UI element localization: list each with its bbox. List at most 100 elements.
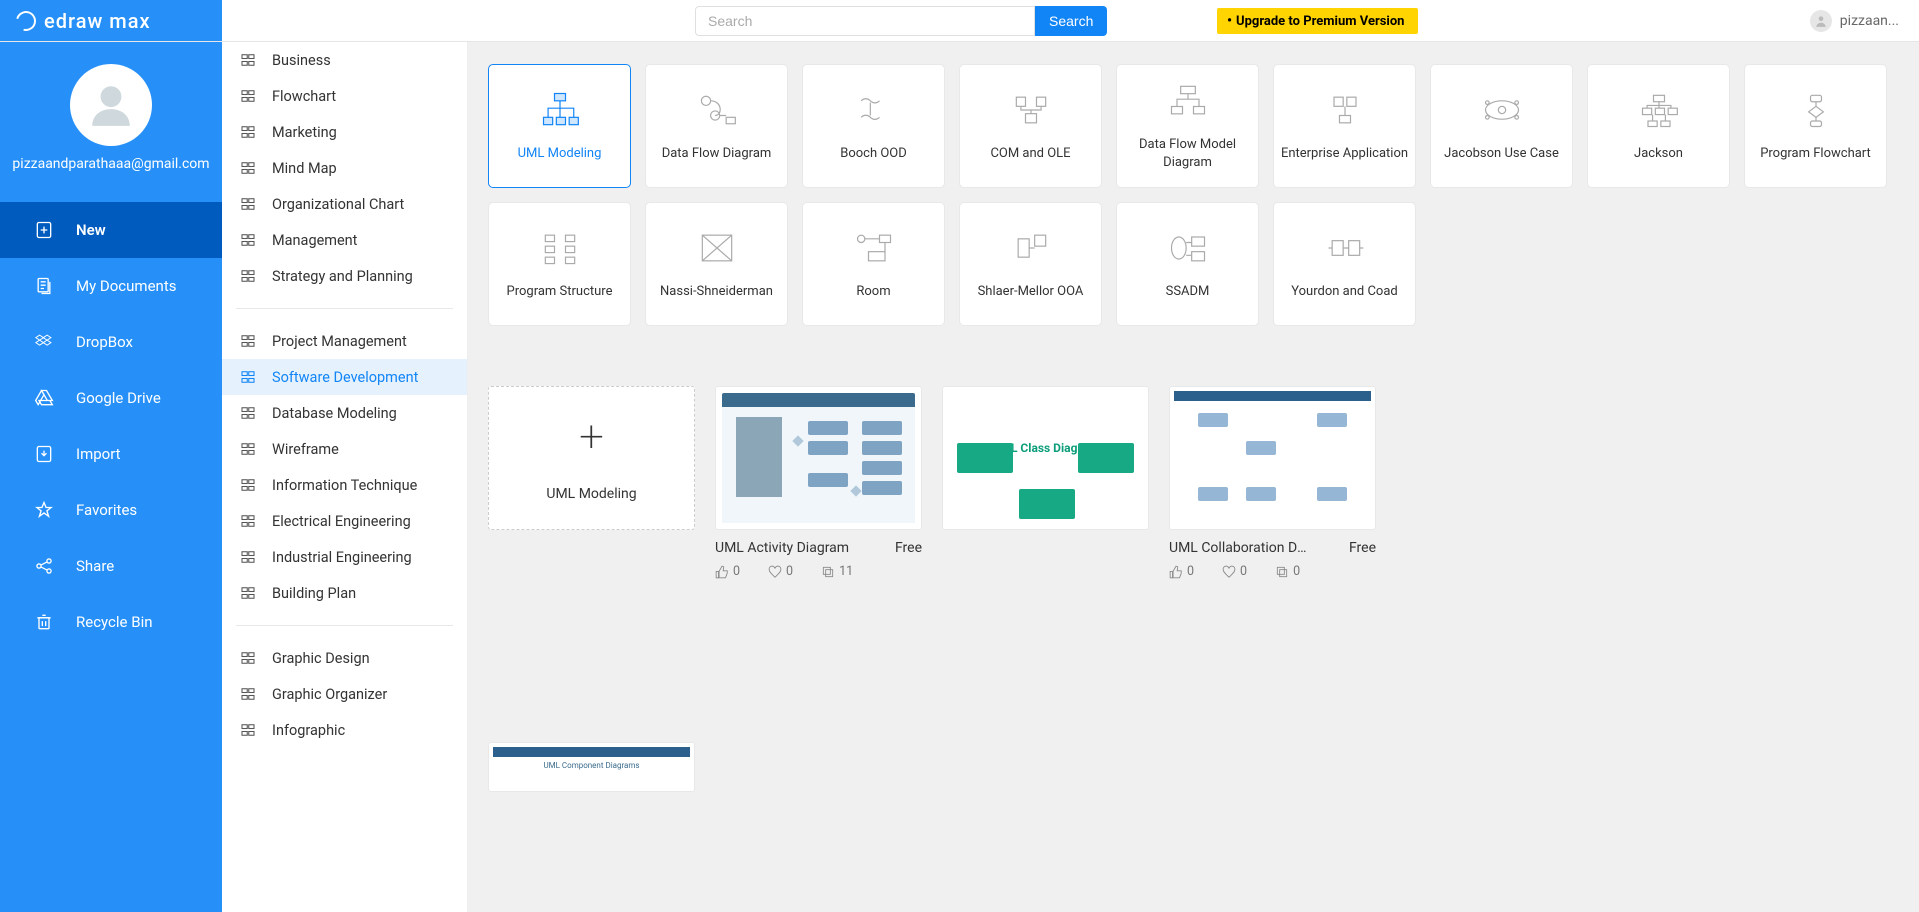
nav-new[interactable]: New — [0, 202, 222, 258]
category-icon — [238, 720, 258, 740]
favs-stat: 0 — [1222, 564, 1247, 579]
nav-label: DropBox — [76, 333, 133, 351]
category-label: Marketing — [272, 124, 337, 141]
tile-icon — [1321, 227, 1369, 269]
tile-jacobson-use-case[interactable]: Jacobson Use Case — [1430, 64, 1573, 188]
category-flowchart[interactable]: Flowchart — [222, 78, 467, 114]
tile-jackson[interactable]: Jackson — [1587, 64, 1730, 188]
tile-icon — [536, 227, 584, 269]
category-sidebar: Business Flowchart Marketing Mind Map Organi… — [222, 42, 468, 912]
template-card-0[interactable]: UML Activity DiagramFree 0 0 11 — [715, 386, 922, 579]
template-card-grid: +UML Modeling UML Activity DiagramFree 0… — [488, 386, 1919, 579]
template-new-card[interactable]: +UML Modeling — [488, 386, 695, 579]
tile-label: COM and OLE — [984, 145, 1076, 163]
category-label: Business — [272, 52, 331, 69]
nav-dropbox[interactable]: DropBox — [0, 314, 222, 370]
template-thumb[interactable]: UML Class Diagram — [942, 386, 1149, 530]
tile-ssadm[interactable]: SSADM — [1116, 202, 1259, 326]
template-thumb-icon — [1174, 391, 1371, 525]
category-project-management[interactable]: Project Management — [222, 323, 467, 359]
category-mind-map[interactable]: Mind Map — [222, 150, 467, 186]
category-label: Infographic — [272, 722, 345, 739]
recycle-icon — [34, 612, 54, 632]
thumbs-up-icon — [1169, 565, 1183, 579]
nav-label: Import — [76, 445, 121, 463]
category-information-technique[interactable]: Information Technique — [222, 467, 467, 503]
tile-room[interactable]: Room — [802, 202, 945, 326]
category-label: Organizational Chart — [272, 196, 404, 213]
category-management[interactable]: Management — [222, 222, 467, 258]
tile-label: Program Flowchart — [1754, 145, 1877, 163]
nav-my-documents[interactable]: My Documents — [0, 258, 222, 314]
category-icon — [238, 50, 258, 70]
tile-com-and-ole[interactable]: COM and OLE — [959, 64, 1102, 188]
template-card-1[interactable]: UML Class Diagram — [942, 386, 1149, 579]
copy-icon — [821, 565, 835, 579]
tile-enterprise-application[interactable]: Enterprise Application — [1273, 64, 1416, 188]
person-icon — [86, 80, 136, 130]
tile-shlaer-mellor-ooa[interactable]: Shlaer-Mellor OOA — [959, 202, 1102, 326]
template-thumb[interactable] — [715, 386, 922, 530]
category-business[interactable]: Business — [222, 42, 467, 78]
tile-yourdon-and-coad[interactable]: Yourdon and Coad — [1273, 202, 1416, 326]
tile-booch-ood[interactable]: Booch OOD — [802, 64, 945, 188]
tile-icon — [1635, 89, 1683, 131]
category-database-modeling[interactable]: Database Modeling — [222, 395, 467, 431]
tile-uml-modeling[interactable]: UML Modeling — [488, 64, 631, 188]
template-badge: Free — [1349, 540, 1376, 556]
template-thumb[interactable]: UML Component Diagrams — [488, 742, 695, 792]
tile-label: SSADM — [1160, 283, 1216, 301]
main-content: UML ModelingData Flow DiagramBooch OODCO… — [468, 42, 1919, 912]
tile-label: Booch OOD — [834, 145, 913, 163]
category-marketing[interactable]: Marketing — [222, 114, 467, 150]
category-icon — [238, 230, 258, 250]
category-building-plan[interactable]: Building Plan — [222, 575, 467, 611]
heart-icon — [768, 565, 782, 579]
thumbs-up-icon — [715, 565, 729, 579]
tile-icon — [850, 89, 898, 131]
tile-icon — [1007, 227, 1055, 269]
dropbox-icon — [34, 332, 54, 352]
tile-program-structure[interactable]: Program Structure — [488, 202, 631, 326]
category-icon — [238, 547, 258, 567]
nav-favorites[interactable]: Favorites — [0, 482, 222, 538]
category-graphic-organizer[interactable]: Graphic Organizer — [222, 676, 467, 712]
category-icon — [238, 158, 258, 178]
share-icon — [34, 556, 54, 576]
category-graphic-design[interactable]: Graphic Design — [222, 640, 467, 676]
category-strategy-and-planning[interactable]: Strategy and Planning — [222, 258, 467, 294]
category-icon — [238, 194, 258, 214]
category-software-development[interactable]: Software Development — [222, 359, 467, 395]
category-label: Graphic Design — [272, 650, 370, 667]
category-electrical-engineering[interactable]: Electrical Engineering — [222, 503, 467, 539]
category-icon — [238, 439, 258, 459]
user-avatar[interactable] — [70, 64, 152, 146]
category-label: Strategy and Planning — [272, 268, 413, 285]
category-industrial-engineering[interactable]: Industrial Engineering — [222, 539, 467, 575]
category-wireframe[interactable]: Wireframe — [222, 431, 467, 467]
nav-recycle-bin[interactable]: Recycle Bin — [0, 594, 222, 650]
template-title: UML Activity Diagram — [715, 540, 849, 556]
tile-data-flow-diagram[interactable]: Data Flow Diagram — [645, 64, 788, 188]
template-card-partial[interactable]: UML Component Diagrams — [488, 742, 695, 802]
tile-nassi-shneiderman[interactable]: Nassi-Shneiderman — [645, 202, 788, 326]
tile-icon — [1164, 80, 1212, 122]
category-label: Electrical Engineering — [272, 513, 411, 530]
new-template-thumb[interactable]: +UML Modeling — [488, 386, 695, 530]
import-icon — [34, 444, 54, 464]
category-organizational-chart[interactable]: Organizational Chart — [222, 186, 467, 222]
documents-icon — [34, 276, 54, 296]
category-infographic[interactable]: Infographic — [222, 712, 467, 748]
nav-google-drive[interactable]: Google Drive — [0, 370, 222, 426]
template-card-2[interactable]: UML Collaboration Di...Free 0 0 0 — [1169, 386, 1376, 579]
nav-import[interactable]: Import — [0, 426, 222, 482]
category-label: Industrial Engineering — [272, 549, 412, 566]
tile-data-flow-model-diagram[interactable]: Data Flow Model Diagram — [1116, 64, 1259, 188]
copies-stat: 0 — [1275, 564, 1300, 579]
nav-label: Google Drive — [76, 389, 161, 407]
new-template-label: UML Modeling — [546, 486, 636, 502]
tile-program-flowchart[interactable]: Program Flowchart — [1744, 64, 1887, 188]
template-thumb[interactable] — [1169, 386, 1376, 530]
nav-share[interactable]: Share — [0, 538, 222, 594]
category-icon — [238, 367, 258, 387]
